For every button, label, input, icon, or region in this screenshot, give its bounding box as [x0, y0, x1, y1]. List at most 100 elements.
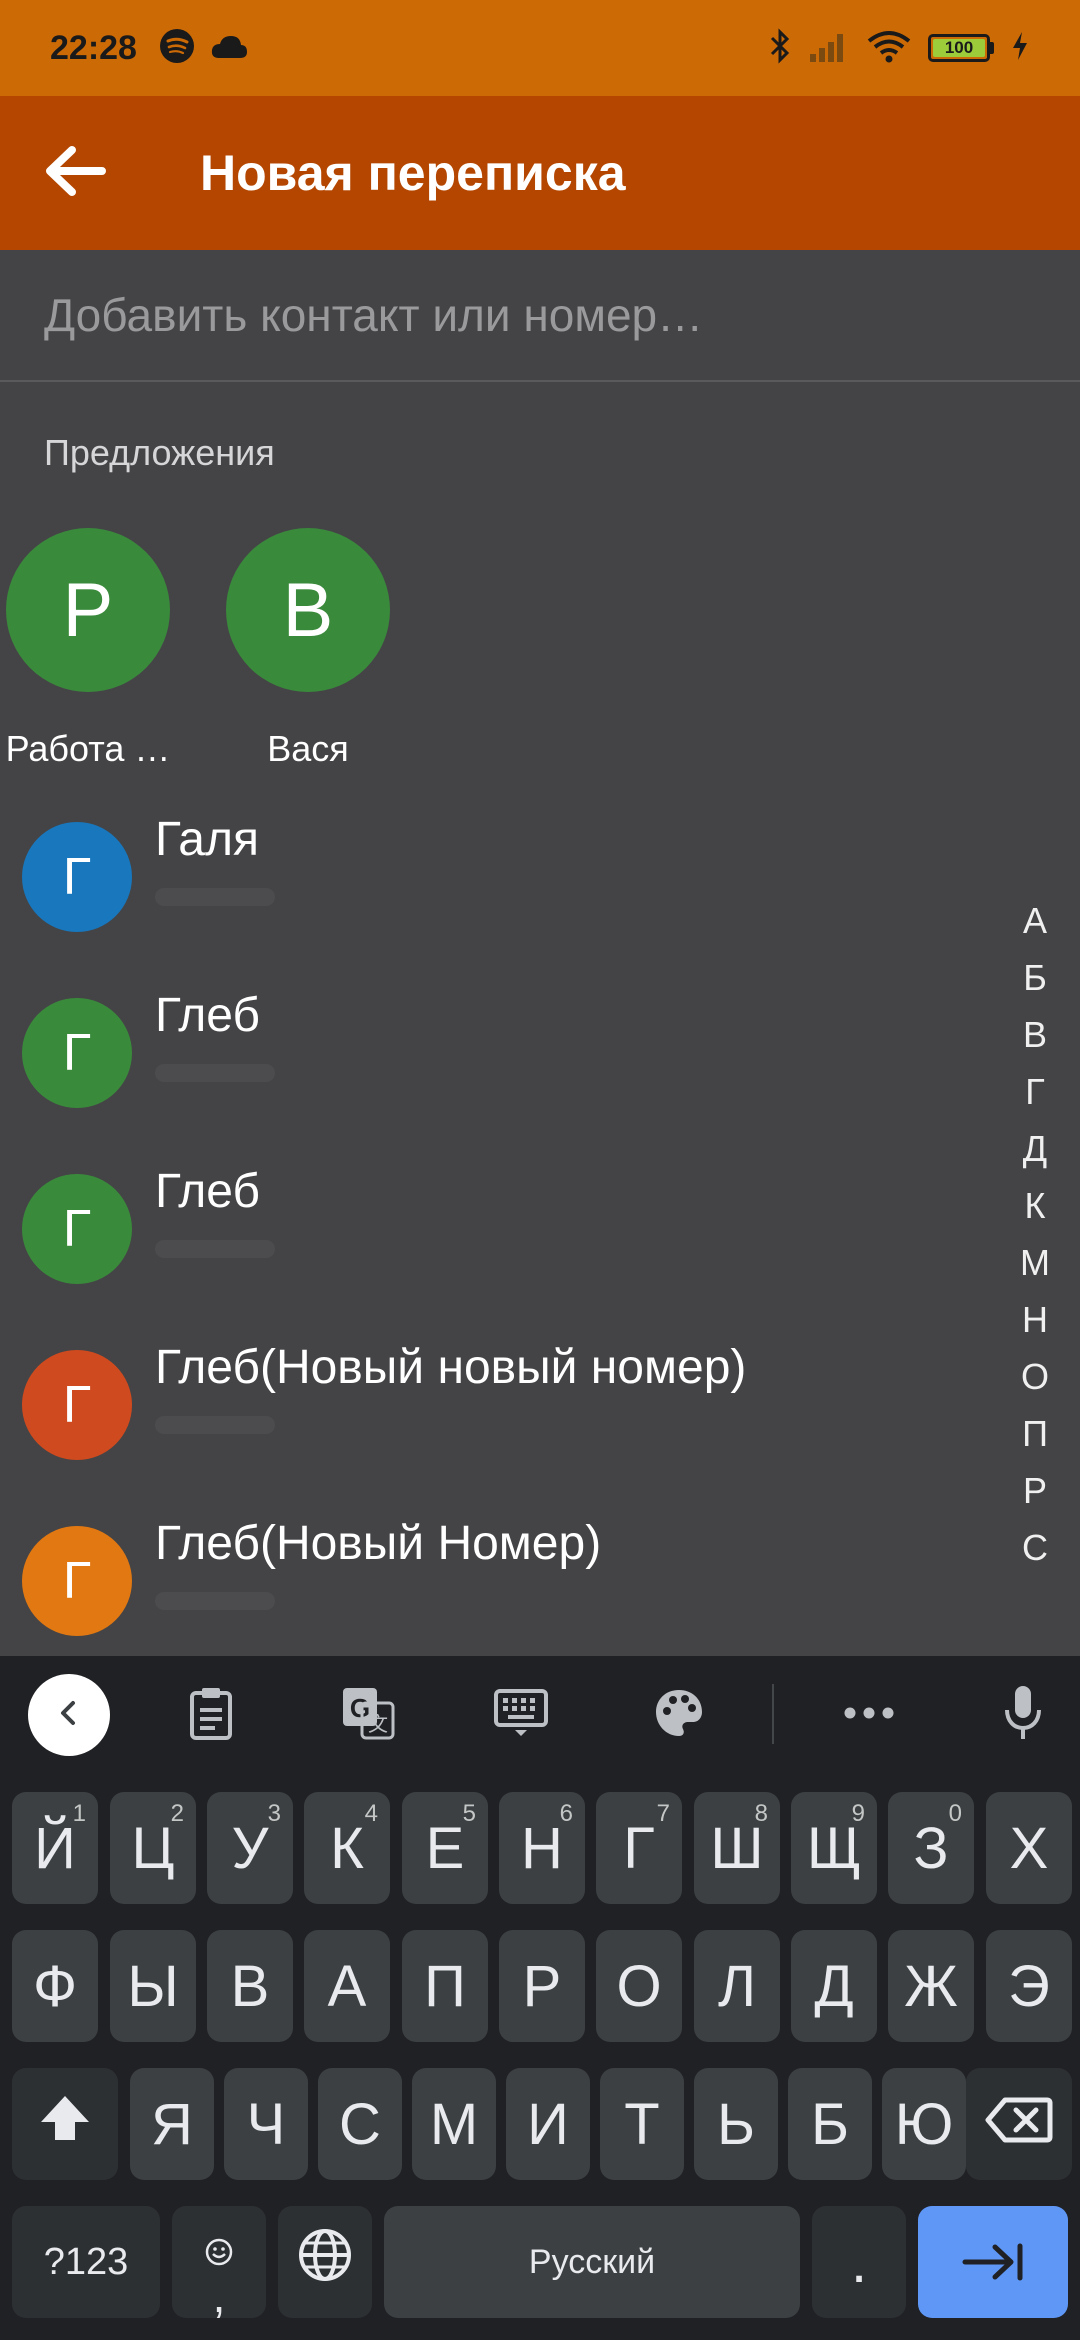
key-о[interactable]: О [596, 1930, 682, 2042]
avatar: Г [22, 822, 132, 932]
clipboard-button[interactable] [176, 1680, 246, 1750]
space-key[interactable]: Русский [384, 2206, 800, 2318]
more-icon [843, 1706, 895, 1725]
key-label: Ф [32, 1953, 78, 2019]
key-щ[interactable]: Щ9 [791, 1792, 877, 1904]
key-б[interactable]: Б [788, 2068, 872, 2180]
key-п[interactable]: П [402, 1930, 488, 2042]
key-ы[interactable]: Ы [110, 1930, 196, 2042]
key-ф[interactable]: Ф [12, 1930, 98, 2042]
key-э[interactable]: Э [986, 1930, 1072, 2042]
key-к[interactable]: К4 [304, 1792, 390, 1904]
key-label: С [339, 2091, 381, 2157]
back-button[interactable] [0, 96, 150, 250]
key-у[interactable]: У3 [207, 1792, 293, 1904]
globe-icon [297, 2227, 353, 2297]
key-а[interactable]: А [304, 1930, 390, 2042]
key-д[interactable]: Д [791, 1930, 877, 2042]
mic-icon [1003, 1684, 1043, 1747]
key-с[interactable]: С [318, 2068, 402, 2180]
key-т[interactable]: Т [600, 2068, 684, 2180]
key-з[interactable]: З0 [888, 1792, 974, 1904]
bluetooth-icon [768, 27, 792, 69]
key-в[interactable]: В [207, 1930, 293, 2042]
translate-icon: G文 [340, 1685, 396, 1746]
key-label: О [616, 1953, 662, 2019]
key-й[interactable]: Й1 [12, 1792, 98, 1904]
key-ш[interactable]: Ш8 [694, 1792, 780, 1904]
contact-row[interactable]: Г Галя [0, 810, 1000, 986]
key-л[interactable]: Л [694, 1930, 780, 2042]
key-label: Русский [528, 2242, 656, 2281]
enter-key[interactable] [918, 2206, 1068, 2318]
backspace-key[interactable] [966, 2068, 1072, 2180]
spotify-icon [159, 28, 195, 69]
language-key[interactable] [278, 2206, 372, 2318]
key-г[interactable]: Г7 [596, 1792, 682, 1904]
key-ю[interactable]: Ю [882, 2068, 966, 2180]
svg-text:文: 文 [368, 1712, 388, 1736]
keyboard-icon [493, 1688, 549, 1743]
contact-phone-redacted [155, 1064, 275, 1082]
key-х[interactable]: Х [986, 1792, 1072, 1904]
key-ц[interactable]: Ц2 [110, 1792, 196, 1904]
key-ж[interactable]: Ж [888, 1930, 974, 2042]
index-letter[interactable]: Н [1022, 1291, 1048, 1348]
key-label: . [850, 2229, 868, 2295]
key-р[interactable]: Р [499, 1930, 585, 2042]
index-letter[interactable]: Д [1023, 1120, 1047, 1177]
contact-row[interactable]: Г Глеб [0, 986, 1000, 1162]
symbols-key[interactable]: ?123 [12, 2206, 160, 2318]
index-letter[interactable]: С [1022, 1519, 1048, 1576]
key-label: Ь [716, 2091, 756, 2157]
key-ч[interactable]: Ч [224, 2068, 308, 2180]
index-letter[interactable]: В [1023, 1006, 1047, 1063]
index-letter[interactable]: М [1020, 1234, 1050, 1291]
recipient-input[interactable] [44, 288, 1004, 342]
shift-key[interactable] [12, 2068, 118, 2180]
keyboard-settings-button[interactable] [486, 1680, 556, 1750]
key-я[interactable]: Я [130, 2068, 214, 2180]
index-letter[interactable]: К [1025, 1177, 1046, 1234]
key-label: Т [624, 2091, 660, 2157]
key-ь[interactable]: Ь [694, 2068, 778, 2180]
key-hint: 2 [170, 1800, 184, 1827]
clipboard-icon [187, 1685, 235, 1746]
contact-row[interactable]: Г Глеб [0, 1162, 1000, 1338]
key-hint: 5 [462, 1800, 476, 1827]
key-hint: 6 [559, 1800, 573, 1827]
index-letter[interactable]: О [1021, 1348, 1049, 1405]
key-м[interactable]: М [412, 2068, 496, 2180]
key-н[interactable]: Н6 [499, 1792, 585, 1904]
more-button[interactable] [834, 1680, 904, 1750]
suggestion-item[interactable]: В Вася [218, 528, 398, 770]
index-letter[interactable]: А [1023, 892, 1047, 949]
index-letter[interactable]: Б [1023, 949, 1047, 1006]
theme-button[interactable] [644, 1680, 714, 1750]
index-letter[interactable]: Г [1025, 1063, 1045, 1120]
avatar: Г [22, 1174, 132, 1284]
key-е[interactable]: Е5 [402, 1792, 488, 1904]
toolbar-back-button[interactable] [28, 1674, 110, 1756]
index-letter[interactable]: Р [1023, 1462, 1047, 1519]
battery-icon: 100 [928, 34, 994, 62]
contact-name: Галя [155, 813, 259, 866]
index-letter[interactable]: П [1022, 1405, 1048, 1462]
period-key[interactable]: . [812, 2206, 906, 2318]
translate-button[interactable]: G文 [333, 1680, 403, 1750]
voice-input-button[interactable] [988, 1680, 1058, 1750]
key-label: З [913, 1815, 949, 1881]
key-label: Б [810, 2091, 850, 2157]
key-label: Х [1009, 1815, 1049, 1881]
suggestion-item[interactable]: Р Работа … [0, 528, 178, 770]
contact-phone-redacted [155, 1592, 275, 1610]
suggestions-list: Р Работа … В Вася [0, 528, 1080, 778]
contact-row[interactable]: Г Глеб(Новый новый номер) [0, 1338, 1000, 1514]
key-и[interactable]: И [506, 2068, 590, 2180]
key-label: Н [521, 1815, 563, 1881]
emoji-comma-key[interactable]: , [172, 2206, 266, 2319]
key-label: ?123 [43, 2240, 129, 2283]
alphabet-index[interactable]: А Б В Г Д К М Н О П Р С [1010, 892, 1060, 1576]
contact-row[interactable]: Г Глеб(Новый Номер) [0, 1514, 1000, 1660]
backspace-icon [985, 2091, 1053, 2158]
